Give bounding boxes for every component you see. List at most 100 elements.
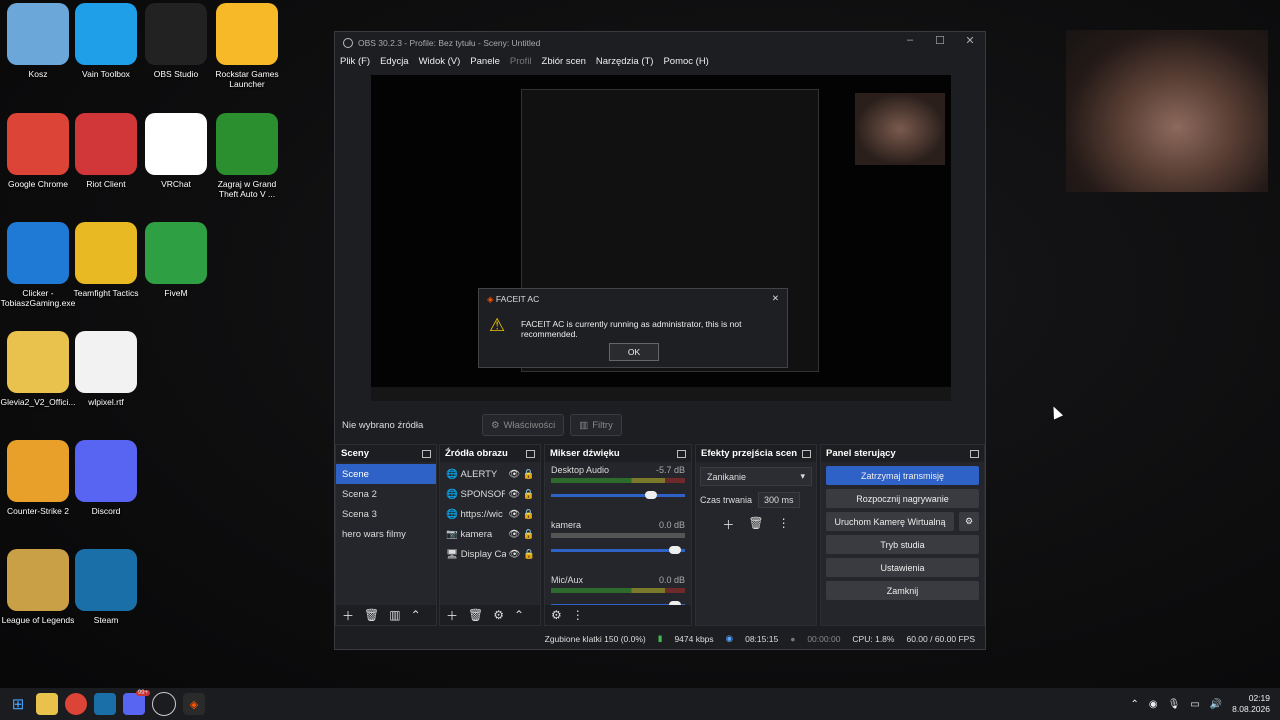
settings-button[interactable]: Ustawienia xyxy=(826,558,979,577)
desktop-shortcut[interactable]: Steam xyxy=(68,549,144,625)
desktop-shortcut[interactable]: Vain Toolbox xyxy=(68,3,144,79)
scene-item[interactable]: Scena 2 xyxy=(336,484,436,504)
scene-item[interactable]: Scena 3 xyxy=(336,504,436,524)
transition-select[interactable]: Zanikanie ▾ xyxy=(700,467,812,486)
source-item[interactable]: 🖥 Display Caj 👁 🔒 xyxy=(440,544,540,564)
desktop-shortcut[interactable]: Kosz xyxy=(0,3,76,79)
lock-icon[interactable]: 🔒 xyxy=(523,469,535,480)
undock-icon[interactable] xyxy=(802,449,811,458)
scene-item[interactable]: hero wars filmy xyxy=(336,524,436,544)
folder-icon xyxy=(7,331,69,393)
add-icon[interactable]: ＋ xyxy=(342,607,354,624)
discord-icon[interactable]: 99+ xyxy=(123,690,150,715)
desktop-shortcut[interactable]: FiveM xyxy=(138,222,214,298)
add-icon[interactable]: ＋ xyxy=(446,607,458,624)
chevron-up-icon[interactable]: ⌃ xyxy=(1130,699,1138,710)
eye-icon[interactable]: 👁 xyxy=(508,509,520,520)
desktop-shortcut[interactable]: League of Legends xyxy=(0,549,76,625)
desktop-shortcut[interactable]: wlpixel.rtf xyxy=(68,331,144,407)
menu-profile[interactable]: Profil xyxy=(510,56,532,67)
desktop-shortcut[interactable]: Teamfight Tactics xyxy=(68,222,144,298)
network-icon[interactable]: ▭ xyxy=(1190,699,1199,710)
trash-icon[interactable]: 🗑 xyxy=(748,516,763,533)
undock-icon[interactable] xyxy=(677,449,686,458)
menu-edit[interactable]: Edycja xyxy=(380,56,409,67)
menu-view[interactable]: Widok (V) xyxy=(419,56,461,67)
desktop-shortcut[interactable]: Google Chrome xyxy=(0,113,76,189)
speaker-icon[interactable]: 🔊 xyxy=(1210,699,1222,710)
volume-slider[interactable] xyxy=(551,491,685,499)
filters-button[interactable]: ▥ Filtry xyxy=(570,414,622,436)
minimize-icon[interactable]: – xyxy=(895,34,925,46)
undock-icon[interactable] xyxy=(526,449,535,458)
menu-help[interactable]: Pomoc (H) xyxy=(663,56,708,67)
stop-streaming-button[interactable]: Zatrzymaj transmisję xyxy=(826,466,979,485)
shortcut-label: VRChat xyxy=(161,179,191,189)
slider-knob[interactable] xyxy=(644,491,657,499)
desktop-shortcut[interactable]: VRChat xyxy=(138,113,214,189)
slider-knob[interactable] xyxy=(668,546,681,554)
trash-icon[interactable]: 🗑 xyxy=(364,608,379,622)
close-icon[interactable]: ✕ xyxy=(772,293,779,304)
more-icon[interactable]: ⋮ xyxy=(778,516,790,533)
desktop-shortcut[interactable]: Riot Client xyxy=(68,113,144,189)
steam-icon[interactable] xyxy=(94,693,116,715)
properties-button[interactable]: ⚙ Właściwości xyxy=(482,414,565,436)
menu-tools[interactable]: Narzędzia (T) xyxy=(596,56,654,67)
trash-icon[interactable]: 🗑 xyxy=(468,608,483,622)
browser-icon: 🌐 xyxy=(446,468,458,480)
obs-icon[interactable] xyxy=(152,692,176,716)
desktop-shortcut[interactable]: Glevia2_V2_Offici... xyxy=(0,331,76,407)
lock-icon[interactable]: 🔒 xyxy=(523,489,535,500)
desktop-shortcut[interactable]: Counter-Strike 2 xyxy=(0,440,76,516)
desktop-shortcut[interactable]: Discord xyxy=(68,440,144,516)
arrow-up-icon[interactable]: ⌃ xyxy=(411,608,421,622)
more-icon[interactable]: ⋮ xyxy=(572,608,584,622)
gear-icon[interactable]: ⚙ xyxy=(551,608,562,622)
studio-mode-button[interactable]: Tryb studia xyxy=(826,535,979,554)
chrome-icon[interactable] xyxy=(65,693,87,715)
eye-icon[interactable]: 👁 xyxy=(508,469,520,480)
maximize-icon[interactable]: ☐ xyxy=(925,34,955,47)
ok-button[interactable]: OK xyxy=(609,343,659,361)
lock-icon[interactable]: 🔒 xyxy=(523,549,535,560)
gear-icon[interactable]: ⚙ xyxy=(493,608,504,622)
discord-tray-icon[interactable]: ◉ xyxy=(1149,699,1158,710)
undock-icon[interactable] xyxy=(970,449,979,458)
add-icon[interactable]: ＋ xyxy=(722,516,734,533)
undock-icon[interactable] xyxy=(422,449,431,458)
gear-icon[interactable]: ⚙ xyxy=(959,512,979,531)
duration-field[interactable]: 300 ms xyxy=(758,492,800,508)
start-virtual-camera-button[interactable]: Uruchom Kamerę Wirtualną xyxy=(826,512,954,531)
filter-icon[interactable]: ▥ xyxy=(389,608,400,622)
menu-scene-collection[interactable]: Zbiór scen xyxy=(542,56,586,67)
menu-docks[interactable]: Panele xyxy=(470,56,500,67)
vain-toolbox-icon xyxy=(75,3,137,65)
arrow-up-icon[interactable]: ⌃ xyxy=(514,608,524,622)
exit-button[interactable]: Zamknij xyxy=(826,581,979,600)
start-button[interactable]: ⊞ xyxy=(7,693,29,715)
source-item[interactable]: 📷 kamera 👁 🔒 xyxy=(440,524,540,544)
desktop-shortcut[interactable]: Zagraj w Grand Theft Auto V ... xyxy=(209,113,285,199)
microphone-icon[interactable]: 🎙 xyxy=(1168,699,1181,710)
desktop-shortcut[interactable]: OBS Studio xyxy=(138,3,214,79)
eye-icon[interactable]: 👁 xyxy=(508,549,520,560)
desktop-shortcut[interactable]: Rockstar Games Launcher xyxy=(209,3,285,89)
clock[interactable]: 02:19 8.08.2026 xyxy=(1232,693,1270,715)
volume-slider[interactable] xyxy=(551,546,685,554)
eye-icon[interactable]: 👁 xyxy=(508,529,520,540)
lock-icon[interactable]: 🔒 xyxy=(523,529,535,540)
faceit-icon[interactable]: ◈ xyxy=(183,693,205,715)
lock-icon[interactable]: 🔒 xyxy=(523,509,535,520)
desktop-shortcut[interactable]: Clicker - TobiaszGaming.exe xyxy=(0,222,76,308)
start-recording-button[interactable]: Rozpocznij nagrywanie xyxy=(826,489,979,508)
menu-file[interactable]: Plik (F) xyxy=(340,56,370,67)
source-item[interactable]: 🌐 https://wic 👁 🔒 xyxy=(440,504,540,524)
source-item[interactable]: 🌐 SPONSORZ 👁 🔒 xyxy=(440,484,540,504)
scene-item[interactable]: Scene xyxy=(336,464,436,484)
time: 02:19 xyxy=(1248,693,1270,703)
eye-icon[interactable]: 👁 xyxy=(508,489,520,500)
close-icon[interactable]: ✕ xyxy=(955,34,985,47)
source-item[interactable]: 🌐 ALERTY 👁 🔒 xyxy=(440,464,540,484)
file-explorer-icon[interactable] xyxy=(36,693,58,715)
